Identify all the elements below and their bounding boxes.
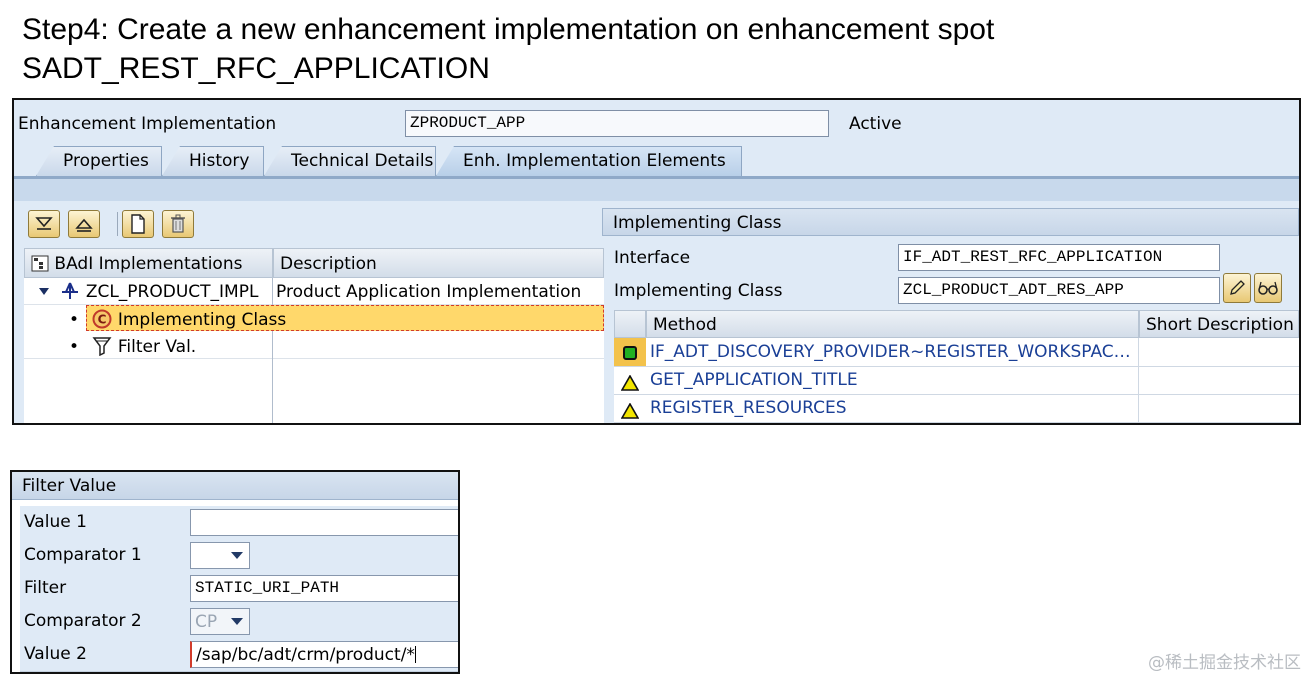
- methods-column-short-description[interactable]: Short Description: [1139, 310, 1299, 338]
- svg-text:C: C: [98, 313, 107, 327]
- toolbar-separator: [117, 212, 118, 236]
- display-class-button[interactable]: [1254, 273, 1282, 303]
- filter-value-panel: Filter Value Value 1 Comparator 1 Filter…: [10, 470, 460, 674]
- tree-column-badi-implementations[interactable]: BAdI Implementations: [24, 248, 273, 278]
- method-row[interactable]: GET_APPLICATION_TITLE: [614, 366, 1299, 395]
- method-short-description: [1139, 338, 1299, 366]
- filter-value-title: Filter Value: [12, 472, 458, 500]
- tab-enh-implementation-elements[interactable]: Enh. Implementation Elements: [436, 146, 742, 176]
- method-status-cell: [614, 338, 646, 366]
- chevron-down-icon[interactable]: [231, 552, 243, 559]
- expand-triangle-icon[interactable]: [39, 288, 49, 295]
- edit-pencil-icon: [1230, 280, 1245, 295]
- delete-button[interactable]: [162, 210, 194, 238]
- method-short-description: [1139, 394, 1299, 422]
- method-status-cell: [614, 394, 646, 422]
- value-1-input[interactable]: [190, 509, 458, 536]
- tree-header-icon: [31, 255, 49, 272]
- heading-line-2: SADT_REST_RFC_APPLICATION: [22, 52, 490, 85]
- create-icon: [131, 214, 145, 234]
- filter-row-comparator-1: Comparator 1: [20, 539, 458, 573]
- value-1-label: Value 1: [24, 512, 87, 532]
- tree-row-implementing-class[interactable]: • C Implementing Class: [24, 305, 604, 332]
- enhancement-implementation-label: Enhancement Implementation: [18, 114, 277, 134]
- watermark: @稀土掘金技术社区: [1148, 653, 1301, 673]
- tree-row-filter-val[interactable]: • Filter Val.: [24, 332, 604, 359]
- badi-implementations-tree: BAdI Implementations Description ZCL_PRO…: [24, 248, 604, 423]
- warning-triangle-icon: [621, 375, 639, 391]
- comparator-2-label: Comparator 2: [24, 611, 142, 631]
- filter-input[interactable]: STATIC_URI_PATH: [190, 575, 458, 602]
- collapse-all-button[interactable]: [68, 210, 100, 238]
- value-2-text: /sap/bc/adt/crm/product/*: [196, 645, 415, 665]
- implemented-status-icon: [623, 346, 637, 360]
- tab-properties[interactable]: Properties: [36, 146, 162, 176]
- filter-val-description: [273, 332, 604, 359]
- filter-row-value-2: Value 2 /sap/bc/adt/crm/product/*: [20, 638, 458, 672]
- heading-line-1: Step4: Create a new enhancement implemen…: [22, 13, 995, 46]
- comparator-1-dropdown[interactable]: [190, 542, 250, 569]
- text-cursor: [414, 646, 416, 663]
- filter-icon: [92, 337, 112, 357]
- tab-technical-details[interactable]: Technical Details: [264, 146, 436, 176]
- tree-bullet: •: [69, 310, 80, 330]
- interface-field[interactable]: IF_ADT_REST_RFC_APPLICATION: [898, 244, 1220, 271]
- method-name[interactable]: IF_ADT_DISCOVERY_PROVIDER~REGISTER_WORKS…: [646, 338, 1139, 366]
- methods-column-method[interactable]: Method: [646, 310, 1139, 338]
- implementing-class-node: Implementing Class: [117, 310, 287, 330]
- implementing-class-field[interactable]: ZCL_PRODUCT_ADT_RES_APP: [898, 277, 1220, 304]
- badi-impl-description: Product Application Implementation: [273, 278, 604, 305]
- expand-all-button[interactable]: [28, 210, 60, 238]
- class-icon: C: [92, 309, 112, 329]
- comparator-2-value: CP: [195, 612, 218, 632]
- tab-history[interactable]: History: [162, 146, 264, 176]
- edit-class-button[interactable]: [1223, 273, 1251, 303]
- comparator-2-dropdown[interactable]: CP: [190, 608, 250, 635]
- tab-strip: Properties History Technical Details Enh…: [14, 144, 1299, 177]
- collapse-all-icon: [75, 218, 93, 232]
- method-short-description: [1139, 366, 1299, 394]
- value-2-input[interactable]: /sap/bc/adt/crm/product/*: [190, 641, 458, 668]
- filter-label: Filter: [24, 578, 67, 598]
- method-name[interactable]: GET_APPLICATION_TITLE: [646, 366, 1139, 394]
- badi-impl-name: ZCL_PRODUCT_IMPL: [85, 282, 259, 302]
- implementing-class-label: Implementing Class: [614, 281, 783, 301]
- filter-row-comparator-2: Comparator 2 CP: [20, 605, 458, 639]
- chevron-down-icon[interactable]: [231, 618, 243, 625]
- method-status-cell: [614, 366, 646, 394]
- comparator-1-label: Comparator 1: [24, 545, 142, 565]
- filter-val-node: Filter Val.: [117, 337, 197, 357]
- method-row[interactable]: IF_ADT_DISCOVERY_PROVIDER~REGISTER_WORKS…: [614, 338, 1299, 367]
- interface-label: Interface: [614, 248, 691, 268]
- tree-bullet: •: [69, 337, 80, 357]
- tree-row-badi-impl[interactable]: ZCL_PRODUCT_IMPL Product Application Imp…: [24, 278, 604, 305]
- filter-row-value-1: Value 1: [20, 506, 458, 540]
- value-2-label: Value 2: [24, 644, 87, 664]
- badi-icon: [62, 282, 79, 299]
- slide-heading: Step4: Create a new enhancement implemen…: [22, 10, 994, 88]
- implementing-class-panel-title: Implementing Class: [602, 208, 1299, 236]
- tree-column-description[interactable]: Description: [273, 248, 604, 278]
- filter-row-filter: Filter STATIC_URI_PATH: [20, 572, 458, 606]
- enhancement-implementation-window: Enhancement Implementation ZPRODUCT_APP …: [12, 98, 1301, 425]
- warning-triangle-icon: [621, 403, 639, 419]
- display-glasses-icon: [1258, 281, 1278, 295]
- enhancement-implementation-field[interactable]: ZPRODUCT_APP: [405, 110, 829, 137]
- method-row[interactable]: REGISTER_RESOURCES: [614, 394, 1299, 423]
- expand-all-icon: [35, 217, 53, 230]
- methods-table: Method Short Description IF_ADT_DISCOVER…: [614, 310, 1299, 423]
- status-label: Active: [849, 114, 902, 134]
- delete-icon: [171, 214, 185, 233]
- create-button[interactable]: [122, 210, 154, 238]
- tree-column-label: BAdI Implementations: [54, 254, 243, 274]
- tab-content-band: [14, 179, 1299, 201]
- methods-status-column: [614, 310, 646, 338]
- method-name[interactable]: REGISTER_RESOURCES: [646, 394, 1139, 422]
